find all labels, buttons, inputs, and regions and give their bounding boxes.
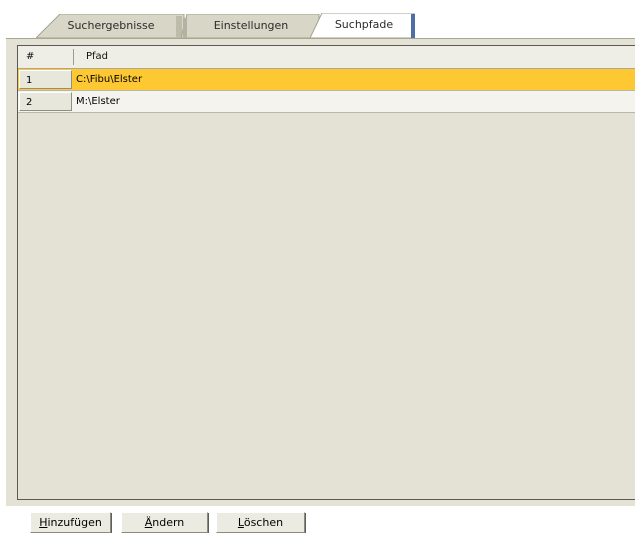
add-button[interactable]: Hinzufügen: [30, 512, 111, 533]
tab-suchpfade[interactable]: Suchpfade: [310, 13, 418, 38]
tab-label: Einstellungen: [213, 19, 289, 32]
add-button-label: inzufügen: [47, 516, 102, 529]
delete-button[interactable]: Löschen: [216, 512, 305, 533]
column-separator[interactable]: [73, 49, 74, 65]
edit-button[interactable]: Ändern: [121, 512, 208, 533]
row-number-cell[interactable]: 2: [19, 92, 72, 111]
table-row[interactable]: 2 M:\Elster: [18, 91, 635, 113]
delete-button-label: öschen: [243, 516, 284, 529]
tab-label: Suchpfade: [334, 18, 394, 31]
tab-label: Suchergebnisse: [67, 19, 155, 32]
table-row[interactable]: 1 C:\Fibu\Elster: [18, 69, 635, 91]
column-header-number[interactable]: #: [26, 46, 34, 68]
table-header: # Pfad: [18, 46, 635, 69]
column-header-path[interactable]: Pfad: [86, 46, 108, 68]
tab-suchergebnisse[interactable]: Suchergebnisse: [36, 14, 186, 38]
row-number-cell[interactable]: 1: [19, 70, 72, 89]
path-cell[interactable]: M:\Elster: [76, 91, 120, 113]
path-cell[interactable]: C:\Fibu\Elster: [76, 69, 142, 91]
tab-einstellungen[interactable]: Einstellungen: [181, 14, 321, 38]
path-table: # Pfad 1 C:\Fibu\Elster 2 M:\Elster: [17, 45, 635, 500]
edit-button-label: ndern: [152, 516, 185, 529]
tab-bar: Suchergebnisse Einstellungen Suchpfade: [0, 0, 635, 38]
